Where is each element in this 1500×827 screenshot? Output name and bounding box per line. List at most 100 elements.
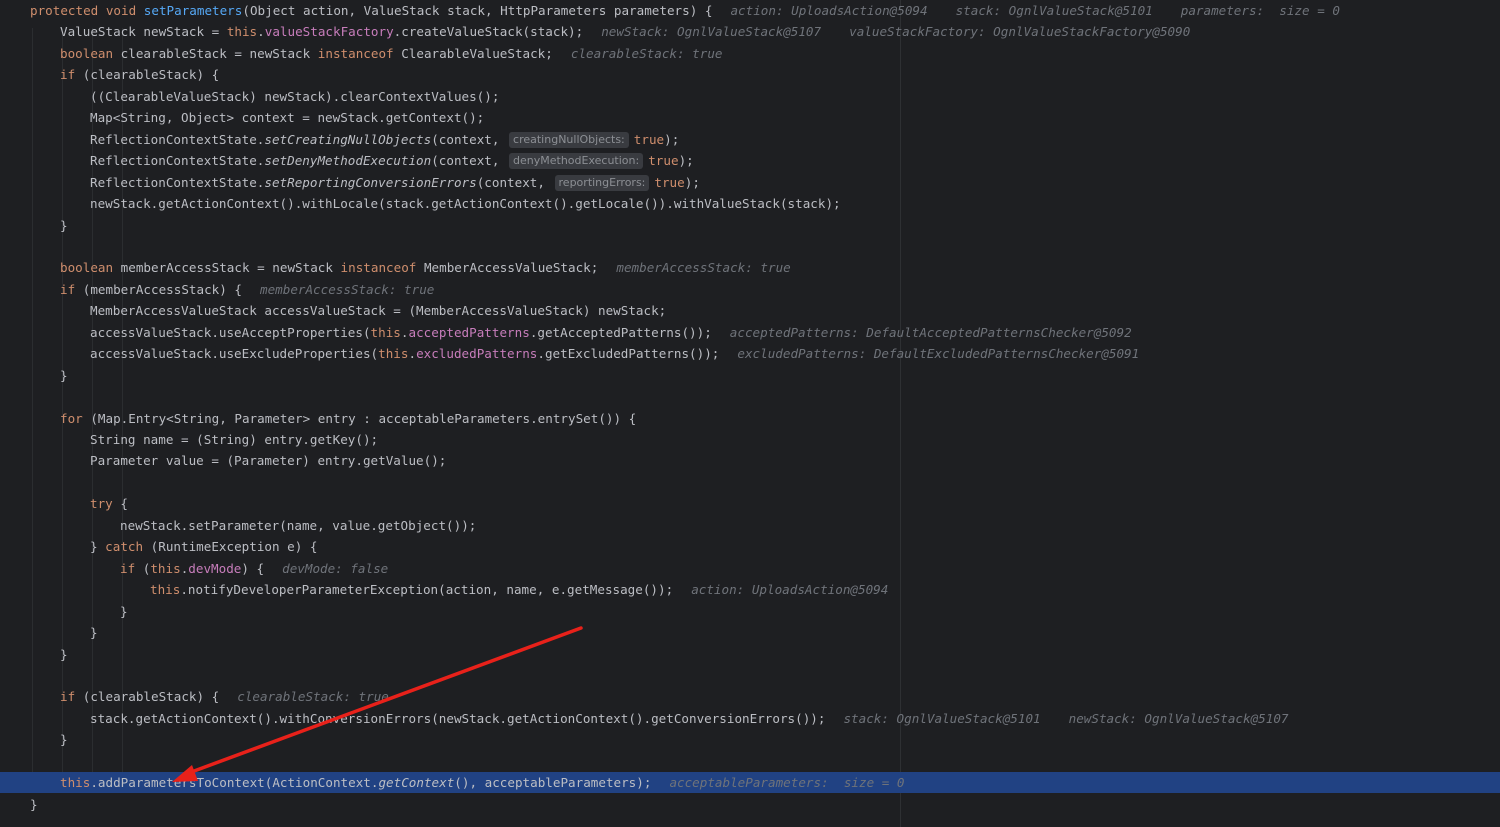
code-line[interactable]: if (clearableStack) { <box>0 64 1500 85</box>
code-line[interactable]: this.notifyDeveloperParameterException(a… <box>0 579 1500 600</box>
code-line[interactable]: ValueStack newStack = this.valueStackFac… <box>0 21 1500 42</box>
code-token: } <box>120 603 128 619</box>
code-line[interactable]: Parameter value = (Parameter) entry.getV… <box>0 450 1500 471</box>
code-editor[interactable]: protected void setParameters(Object acti… <box>0 0 1500 827</box>
code-token: (RuntimeException e) { <box>143 539 318 555</box>
code-line-content: boolean memberAccessStack = newStack ins… <box>60 257 791 278</box>
code-token: (context, <box>431 153 508 169</box>
code-token: true <box>633 131 665 147</box>
code-token: instanceof <box>340 260 417 276</box>
code-line-content: } <box>60 729 68 750</box>
code-token: if <box>60 689 76 705</box>
code-line[interactable]: if (this.devMode) {devMode: false <box>0 558 1500 579</box>
code-token: this <box>60 775 91 791</box>
code-line-content: newStack.setParameter(name, value.getObj… <box>120 515 476 536</box>
code-token: protected <box>30 3 99 18</box>
code-token: MemberAccessValueStack; <box>416 260 599 276</box>
code-token: (Object action, ValueStack stack, HttpPa… <box>242 3 713 18</box>
code-token: boolean <box>60 260 114 276</box>
code-line[interactable]: accessValueStack.useExcludeProperties(th… <box>0 343 1500 364</box>
debugger-inline-value: memberAccessStack: true <box>616 260 791 276</box>
code-line[interactable]: ReflectionContextState.setDenyMethodExec… <box>0 150 1500 171</box>
code-token: stack.getActionContext().withConversionE… <box>90 710 826 726</box>
debugger-inline-value: memberAccessStack: true <box>259 281 435 297</box>
code-line[interactable]: } <box>0 365 1500 386</box>
code-line[interactable]: Map<String, Object> context = newStack.g… <box>0 107 1500 128</box>
code-line-content: ((ClearableValueStack) newStack).clearCo… <box>90 86 499 107</box>
code-line[interactable]: boolean memberAccessStack = newStack ins… <box>0 257 1500 278</box>
code-line[interactable]: newStack.setParameter(name, value.getObj… <box>0 515 1500 536</box>
parameter-name-hint: creatingNullObjects: <box>509 131 629 148</box>
code-token: } <box>60 217 68 233</box>
code-token: (clearableStack) { <box>75 689 220 705</box>
code-token: this <box>150 560 181 576</box>
code-line[interactable]: } <box>0 215 1500 236</box>
code-line[interactable]: for (Map.Entry<String, Parameter> entry … <box>0 408 1500 429</box>
code-token: MemberAccessValueStack accessValueStack … <box>90 303 667 319</box>
code-token: ClearableValueStack; <box>393 45 553 61</box>
code-line-content: for (Map.Entry<String, Parameter> entry … <box>60 408 636 429</box>
code-line[interactable]: ReflectionContextState.setCreatingNullOb… <box>0 129 1500 150</box>
code-line-content: } <box>120 601 128 622</box>
code-token: { <box>112 496 128 512</box>
code-line-content: protected void setParameters(Object acti… <box>30 0 1340 21</box>
code-token: true <box>648 153 679 169</box>
code-token: true <box>654 174 685 190</box>
code-line-content: } <box>60 215 68 236</box>
code-token: } <box>30 796 38 812</box>
code-line-content: newStack.getActionContext().withLocale(s… <box>90 193 841 214</box>
code-line[interactable]: } <box>0 729 1500 750</box>
code-token: .getAcceptedPatterns()); <box>529 324 712 340</box>
code-token: (Map.Entry<String, Parameter> entry : ac… <box>82 410 637 426</box>
code-line[interactable]: MemberAccessValueStack accessValueStack … <box>0 300 1500 321</box>
code-line-content: if (memberAccessStack) {memberAccessStac… <box>60 279 434 300</box>
code-line[interactable]: try { <box>0 493 1500 514</box>
execution-line[interactable]: this.addParametersToContext(ActionContex… <box>0 772 1500 794</box>
debugger-inline-value: parameters: size = 0 <box>1180 3 1340 18</box>
code-token: } <box>60 646 68 662</box>
code-token: .addParametersToContext(ActionContext. <box>90 775 379 791</box>
code-token: } <box>90 625 98 641</box>
code-line[interactable]: protected void setParameters(Object acti… <box>0 0 1500 21</box>
code-token: memberAccessStack = newStack <box>113 260 341 276</box>
debugger-inline-value: newStack: OgnlValueStack@5107 <box>1068 710 1289 726</box>
code-token: this <box>378 346 409 362</box>
code-line[interactable]: stack.getActionContext().withConversionE… <box>0 708 1500 729</box>
code-token: ((ClearableValueStack) newStack).clearCo… <box>90 88 500 104</box>
code-line[interactable]: ((ClearableValueStack) newStack).clearCo… <box>0 86 1500 107</box>
code-token: (memberAccessStack) { <box>75 281 242 297</box>
code-token: for <box>60 410 83 426</box>
code-token: newStack.getActionContext().withLocale(s… <box>90 196 841 212</box>
code-token: excludedPatterns <box>416 346 538 362</box>
code-line-content: } <box>30 794 38 815</box>
code-line[interactable]: if (memberAccessStack) {memberAccessStac… <box>0 279 1500 300</box>
code-line[interactable]: ReflectionContextState.setReportingConve… <box>0 172 1500 193</box>
code-token: (context, <box>476 174 553 190</box>
code-line-content: accessValueStack.useExcludeProperties(th… <box>90 343 1139 364</box>
code-line-content: } <box>90 622 98 643</box>
code-line-content: boolean clearableStack = newStack instan… <box>60 43 723 64</box>
code-token: ); <box>684 174 700 190</box>
code-line[interactable]: } <box>0 601 1500 622</box>
code-line-content: MemberAccessValueStack accessValueStack … <box>90 300 666 321</box>
code-line[interactable]: accessValueStack.useAcceptProperties(thi… <box>0 322 1500 343</box>
code-line[interactable]: newStack.getActionContext().withLocale(s… <box>0 193 1500 214</box>
code-line[interactable]: } catch (RuntimeException e) { <box>0 536 1500 557</box>
code-line[interactable]: boolean clearableStack = newStack instan… <box>0 43 1500 64</box>
code-line[interactable]: } <box>0 794 1500 815</box>
code-token: this <box>150 582 181 598</box>
code-line[interactable]: } <box>0 622 1500 643</box>
code-line-content: try { <box>90 493 128 514</box>
code-line-content: stack.getActionContext().withConversionE… <box>90 708 1289 729</box>
code-line-content: accessValueStack.useAcceptProperties(thi… <box>90 322 1132 343</box>
code-line[interactable]: if (clearableStack) {clearableStack: tru… <box>0 686 1500 707</box>
code-token: setParameters <box>143 3 243 18</box>
debugger-inline-value: devMode: false <box>282 560 389 576</box>
code-line-content: Parameter value = (Parameter) entry.getV… <box>90 450 446 471</box>
code-line[interactable]: } <box>0 644 1500 665</box>
code-line-content: ReflectionContextState.setReportingConve… <box>90 172 700 193</box>
code-line-content: } <box>60 365 68 386</box>
code-token: ); <box>664 131 680 147</box>
code-line[interactable]: String name = (String) entry.getKey(); <box>0 429 1500 450</box>
